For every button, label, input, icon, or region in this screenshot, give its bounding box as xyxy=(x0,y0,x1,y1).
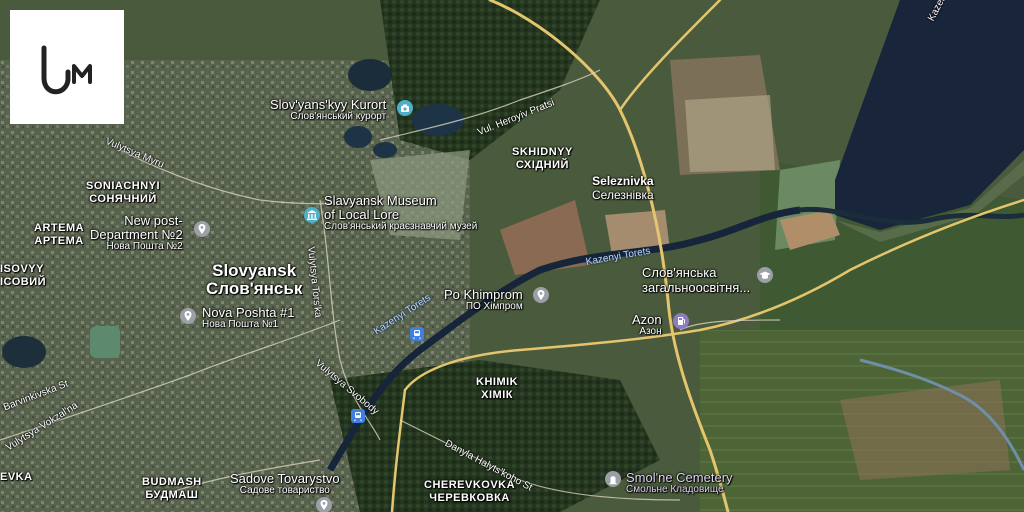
poi-name-latin-line2: of Local Lore xyxy=(324,207,400,222)
poi-name-latin: Sadove Tovarystvo xyxy=(230,471,340,486)
um-logo-icon xyxy=(41,45,92,95)
poi-name-latin: Po Khimprom xyxy=(444,287,523,302)
cemetery-icon[interactable] xyxy=(605,471,621,487)
district-soniachnyi: SONIACHNYI СОНЯЧНИЙ xyxy=(86,181,160,205)
district-name-latin: SKHIDNYY xyxy=(512,146,573,158)
district-name-cyrillic: АРТЕМА xyxy=(34,235,84,247)
school-icon[interactable] xyxy=(757,267,773,283)
brand-logo[interactable] xyxy=(10,10,124,124)
poi-name-cyrillic: Азон xyxy=(639,326,662,337)
district-name-latin: EVKA xyxy=(0,471,33,483)
poi-name-latin: Smol'ne Cemetery xyxy=(626,470,733,485)
district-name-cyrillic: ІСОВИЙ xyxy=(0,276,47,288)
district-name-cyrillic: СХІДНИЙ xyxy=(515,159,569,171)
district-name-latin: ARTEMA xyxy=(34,222,85,234)
poi-name-cyrillic: Смольне Кладовище xyxy=(626,484,724,495)
train-station-icon[interactable] xyxy=(351,409,365,423)
poi-museum-label[interactable]: Slavyansk Museum of Local Lore Слов'янсь… xyxy=(324,194,477,232)
pin-icon[interactable] xyxy=(194,221,210,237)
city-name-latin: Slovyansk xyxy=(212,261,297,280)
poi-azon-label[interactable]: Azon Азон xyxy=(632,313,662,337)
city-name-cyrillic: Слов'янськ xyxy=(206,279,303,298)
poi-post2-label[interactable]: New post- Department №2 Нова Пошта №2 xyxy=(90,214,183,252)
district-name-cyrillic: СОНЯЧНИЙ xyxy=(89,193,157,205)
district-budmash: BUDMASH БУДМАШ xyxy=(142,477,202,501)
poi-name-latin: Nova Poshta #1 xyxy=(202,305,295,320)
district-artema: ARTEMA АРТЕМА xyxy=(34,223,84,247)
district-name-latin: BUDMASH xyxy=(142,476,202,488)
village-name-latin: Seleznivka xyxy=(592,174,654,188)
district-name-latin: ISOVYY xyxy=(0,263,44,275)
district-name-latin: KHIMIK xyxy=(476,376,519,388)
satellite-map[interactable]: SONIACHNYI СОНЯЧНИЙ ARTEMA АРТЕМА ISOVYY… xyxy=(0,0,1024,512)
district-cherevkovka: CHEREVKOVKA ЧЕРЕВКОВКА xyxy=(424,480,515,504)
village-label-seleznivka[interactable]: Seleznivka Селезнівка xyxy=(592,175,654,201)
poi-name-latin: Azon xyxy=(632,312,662,327)
poi-kurort-label[interactable]: Slov'yans'kyy Kurort Слов'янський курорт xyxy=(270,98,386,122)
district-name-latin: SONIACHNYI xyxy=(86,180,161,192)
poi-name-cyrillic: Нова Пошта №1 xyxy=(202,319,279,330)
district-name-cyrillic: ХІМІК xyxy=(481,389,513,401)
city-label-slovyansk[interactable]: Slovyansk Слов'янськ xyxy=(206,262,302,297)
poi-name-line2: загальноосвітня... xyxy=(642,280,751,295)
poi-name-cyrillic: Слов'янський краєзнавчий музей xyxy=(324,221,478,232)
district-name-cyrillic: ЧЕРЕВКОВКА xyxy=(429,492,510,504)
poi-name-line1: Слов'янська xyxy=(642,265,717,280)
poi-school-label[interactable]: Слов'янська загальноосвітня... xyxy=(642,266,750,294)
poi-sadove-label[interactable]: Sadove Tovarystvo Садове товариство xyxy=(230,472,340,496)
poi-name-cyrillic: ПО Хімпром xyxy=(465,301,523,312)
poi-name-cyrillic: Нова Пошта №2 xyxy=(106,241,183,252)
district-skhidnyy: SKHIDNYY СХІДНИЙ xyxy=(512,147,573,171)
poi-name-cyrillic: Слов'янський курорт xyxy=(290,111,387,122)
district-name-latin: CHEREVKOVKA xyxy=(424,479,516,491)
pin-icon[interactable] xyxy=(533,287,549,303)
poi-name-cyrillic: Садове товариство xyxy=(239,485,330,496)
museum-icon[interactable] xyxy=(304,207,320,223)
camera-icon[interactable] xyxy=(397,100,413,116)
poi-name-latin-line1: Slavyansk Museum xyxy=(324,193,437,208)
pin-icon[interactable] xyxy=(180,308,196,324)
poi-name-latin-line1: New post- xyxy=(124,213,183,228)
train-station-icon[interactable] xyxy=(410,327,424,341)
pin-icon[interactable] xyxy=(316,497,332,512)
poi-khimprom-label[interactable]: Po Khimprom ПО Хімпром xyxy=(444,288,523,312)
district-khimik: KHIMIK ХІМІК xyxy=(476,377,518,401)
poi-name-latin-line2: Department №2 xyxy=(90,227,183,242)
district-lisovyy: ISOVYY ІСОВИЙ xyxy=(0,264,46,288)
poi-cemetery-label[interactable]: Smol'ne Cemetery Смольне Кладовище xyxy=(626,471,733,495)
fuel-icon[interactable] xyxy=(673,313,689,329)
poi-post1-label[interactable]: Nova Poshta #1 Нова Пошта №1 xyxy=(202,306,295,330)
satellite-imagery xyxy=(0,0,1024,512)
poi-name-latin: Slov'yans'kyy Kurort xyxy=(270,97,387,112)
district-evka: EVKA xyxy=(0,472,33,483)
village-name-cyrillic: Селезнівка xyxy=(592,188,654,202)
district-name-cyrillic: БУДМАШ xyxy=(145,489,199,501)
